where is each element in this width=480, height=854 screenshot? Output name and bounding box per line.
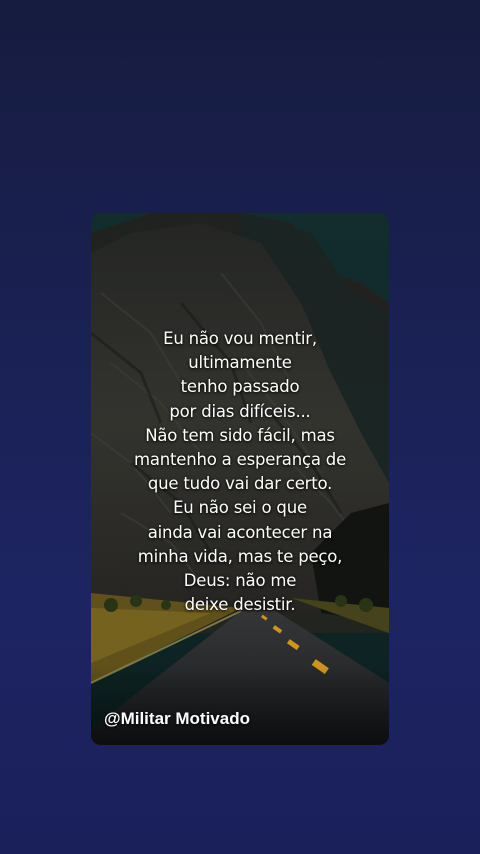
author-handle[interactable]: @Militar Motivado <box>104 709 250 729</box>
quote-line: mantenho a esperança de <box>133 450 347 470</box>
quote-text: Eu não vou mentir, ultimamente tenho pas… <box>91 327 389 617</box>
quote-line: ultimamente <box>188 353 292 373</box>
quote-line: ainda vai acontecer na <box>147 522 333 542</box>
quote-line: por dias difíceis... <box>169 401 311 421</box>
quote-line: Deus: não me <box>183 571 297 591</box>
quote-line: minha vida, mas te peço, <box>137 546 343 566</box>
quote-line: deixe desistir. <box>184 595 296 615</box>
quote-line: que tudo vai dar certo. <box>147 474 333 494</box>
quote-line: Eu não vou mentir, <box>163 329 317 348</box>
quote-line: tenho passado <box>180 377 300 397</box>
quote-line: Eu não sei o que <box>173 498 307 518</box>
quote-line: Não tem sido fácil, mas <box>145 425 335 445</box>
post-card[interactable]: Eu não vou mentir, ultimamente tenho pas… <box>91 213 389 745</box>
